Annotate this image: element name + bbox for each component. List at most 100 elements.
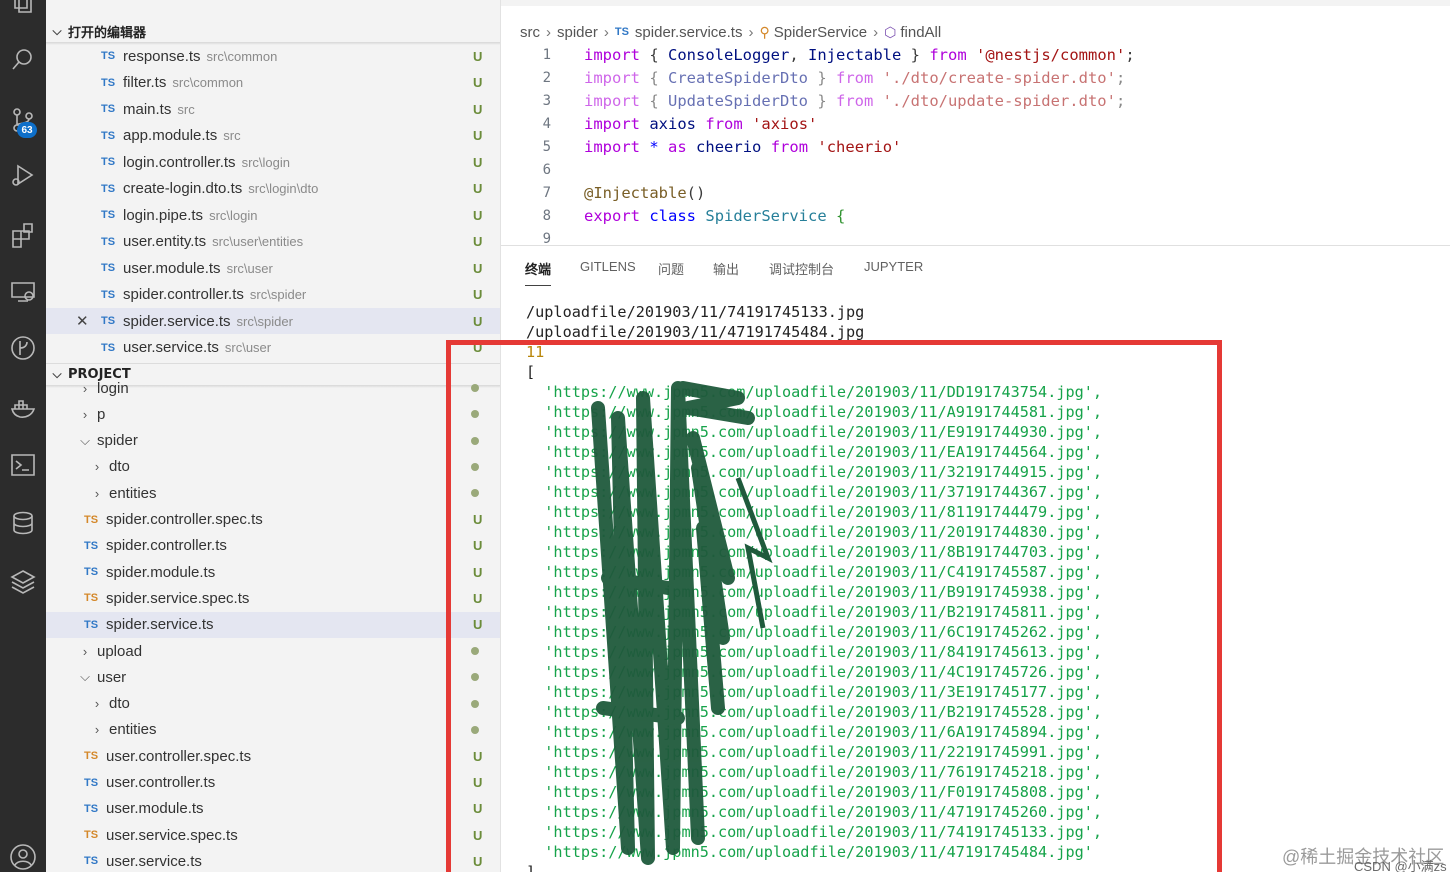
code-line[interactable]: 3 import { UpdateSpiderDto } from './dto/… — [501, 89, 1450, 112]
open-editor-item[interactable]: TS user.entity.ts src\user\entities U — [46, 229, 500, 255]
git-status-badge: U — [473, 154, 483, 170]
tree-file[interactable]: TS user.module.ts U — [46, 796, 500, 822]
code-line[interactable]: 7 @Injectable() — [501, 181, 1450, 204]
typescript-file-icon: TS — [101, 315, 116, 327]
tree-file[interactable]: TS spider.service.ts U — [46, 611, 500, 638]
open-editor-item[interactable]: ✕ TS spider.service.ts src\spider U — [46, 308, 500, 334]
typescript-file-icon: TS — [101, 262, 116, 274]
chevron-right-icon: › — [94, 485, 100, 501]
typescript-file-icon: TS — [101, 103, 116, 115]
folder-name: upload — [97, 642, 143, 660]
file-name: filter.ts — [123, 74, 167, 91]
file-name: app.module.ts — [123, 127, 218, 144]
open-editors-header[interactable]: ⌵ 打开的编辑器 — [46, 20, 500, 42]
breadcrumb-file[interactable]: spider.service.ts — [635, 24, 743, 41]
tree-folder[interactable]: › dto — [46, 691, 500, 717]
typescript-file-icon: TS — [84, 802, 99, 815]
tree-file[interactable]: TS spider.controller.spec.ts U — [46, 507, 500, 533]
tree-file[interactable]: TS user.controller.ts U — [46, 770, 500, 796]
tree-folder[interactable]: ⌵ user — [46, 664, 500, 690]
line-number: 1 — [542, 46, 551, 63]
file-path: src — [177, 101, 195, 117]
open-editor-item[interactable]: TS login.controller.ts src\login U — [46, 149, 500, 175]
tree-folder[interactable]: › p — [46, 401, 500, 427]
typescript-spec-file-icon: TS — [84, 750, 99, 763]
tree-folder[interactable]: › dto — [46, 454, 500, 480]
tree-file[interactable]: TS user.service.spec.ts U — [46, 822, 500, 848]
account-icon[interactable] — [0, 837, 46, 872]
open-editor-item[interactable]: TS create-login.dto.ts src\login\dto U — [46, 176, 500, 202]
tree-folder[interactable]: › login — [46, 375, 500, 401]
git-status-badge: U — [473, 234, 483, 249]
chevron-right-icon: › — [82, 643, 88, 659]
chevron-right-icon: › — [82, 406, 88, 422]
tab-strip-edge — [501, 0, 1450, 6]
file-path: src\user — [224, 340, 272, 355]
layers-icon[interactable] — [0, 561, 46, 601]
tree-folder[interactable]: ⌵ spider — [46, 428, 500, 454]
folder-name: login — [97, 379, 129, 397]
tree-file[interactable]: TS spider.service.spec.ts U — [46, 585, 500, 611]
tree-folder[interactable]: › entities — [46, 717, 500, 743]
tree-file[interactable]: TS spider.module.ts U — [46, 559, 500, 585]
search-icon[interactable] — [0, 40, 46, 80]
open-editor-item[interactable]: TS user.module.ts src\user U — [46, 255, 500, 281]
line-number: 8 — [542, 207, 551, 224]
breadcrumb-spider[interactable]: spider — [557, 24, 598, 41]
code-line[interactable]: 5 import * as cheerio from 'cheerio' — [501, 135, 1450, 158]
open-editor-item[interactable]: TS app.module.ts src U — [46, 123, 500, 149]
extensions-icon[interactable] — [0, 215, 46, 255]
open-editor-item[interactable]: TS main.ts src U — [46, 96, 500, 122]
file-name: user.service.spec.ts — [106, 826, 238, 844]
typescript-file-icon: TS — [84, 566, 99, 579]
line-number: 4 — [542, 115, 551, 132]
open-editor-item[interactable]: TS user.service.ts src\user U — [46, 335, 500, 361]
tab-jupyter[interactable]: JUPYTER — [864, 259, 923, 281]
breadcrumb-class[interactable]: SpiderService — [774, 24, 867, 41]
code-line[interactable]: 4 import axios from 'axios' — [501, 112, 1450, 135]
code-line[interactable]: 6 — [501, 158, 1450, 181]
typescript-file-icon: TS — [101, 341, 116, 354]
open-editor-item[interactable]: TS filter.ts src\common U — [46, 70, 500, 96]
tab-debug-console[interactable]: 调试控制台 — [769, 259, 834, 281]
code-line[interactable]: 2 import { CreateSpiderDto } from './dto/… — [501, 66, 1450, 89]
breadcrumb-src[interactable]: src — [520, 24, 540, 41]
typescript-spec-file-icon: TS — [84, 513, 99, 526]
tab-terminal[interactable]: 终端 — [525, 259, 552, 286]
folder-name: p — [97, 405, 106, 423]
tab-problems[interactable]: 问题 — [658, 259, 684, 281]
typescript-file-icon: TS — [101, 182, 116, 195]
open-editor-item[interactable]: TS spider.controller.ts src\spider U — [46, 282, 500, 308]
terminal-icon[interactable] — [0, 445, 46, 485]
tab-gitlens[interactable]: GITLENS — [580, 259, 636, 281]
remote-explorer-icon[interactable] — [0, 272, 46, 312]
typescript-file-icon: TS — [84, 618, 99, 631]
file-path: src\spider — [236, 313, 293, 329]
run-debug-icon[interactable] — [0, 155, 46, 195]
line-number: 2 — [542, 69, 551, 86]
code-line[interactable]: 9 — [501, 227, 1450, 246]
explorer-icon[interactable] — [0, 0, 46, 24]
code-text: import axios from 'axios' — [584, 114, 818, 133]
chevron-right-icon: › — [94, 696, 100, 712]
code-line[interactable]: 8 export class SpiderService { — [501, 204, 1450, 227]
csdn-watermark: CSDN @小满zs — [1354, 859, 1447, 872]
tab-output[interactable]: 输出 — [713, 259, 739, 281]
file-name: user.service.ts — [106, 852, 202, 870]
tree-file[interactable]: TS user.service.ts U — [46, 848, 500, 872]
database-icon[interactable] — [0, 503, 46, 543]
breadcrumb-method[interactable]: findAll — [900, 24, 941, 41]
docker-icon[interactable] — [0, 389, 46, 429]
tree-file[interactable]: TS spider.controller.ts U — [46, 533, 500, 559]
close-icon[interactable]: ✕ — [76, 312, 89, 330]
open-editor-item[interactable]: TS login.pipe.ts src\login U — [46, 202, 500, 228]
code-line[interactable]: 1 import { ConsoleLogger, Injectable } fr… — [501, 43, 1450, 66]
typescript-file-icon: TS — [101, 76, 116, 89]
open-editor-item[interactable]: TS response.ts src\common U — [46, 43, 500, 69]
gitlens-icon[interactable] — [0, 328, 46, 368]
tree-file[interactable]: TS user.controller.spec.ts U — [46, 743, 500, 769]
file-path: src\login — [241, 154, 290, 170]
tree-folder[interactable]: › entities — [46, 480, 500, 506]
code-editor[interactable]: src › spider › TS spider.service.ts › ⚲ … — [501, 0, 1450, 245]
tree-folder[interactable]: › upload — [46, 638, 500, 664]
